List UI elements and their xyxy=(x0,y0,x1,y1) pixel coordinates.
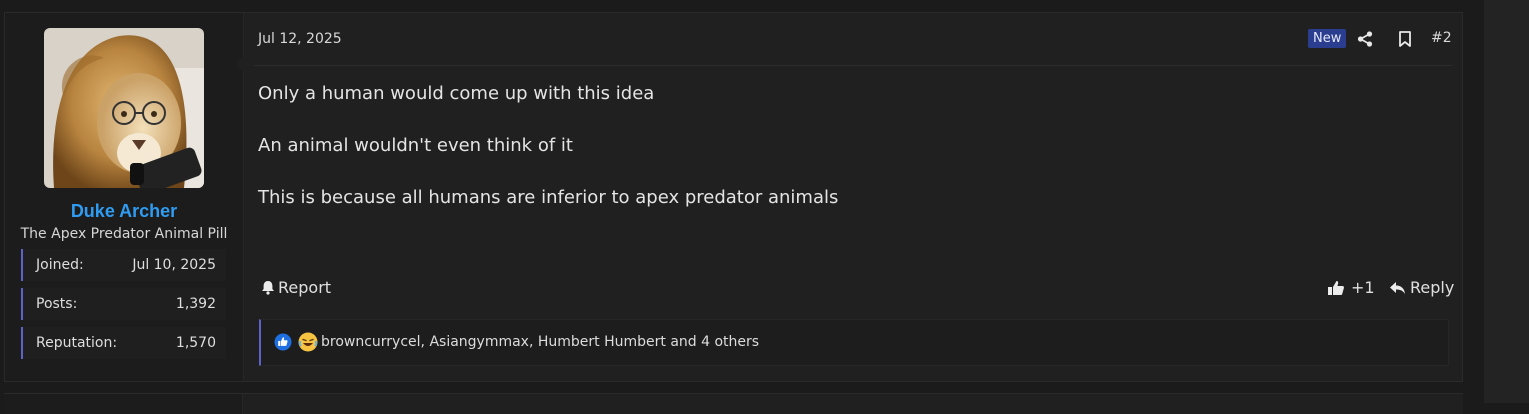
header-divider xyxy=(254,65,1452,66)
report-button[interactable]: Report xyxy=(261,278,331,297)
next-post-partial xyxy=(4,393,1463,414)
user-title: The Apex Predator Animal Pill xyxy=(20,226,228,242)
bell-icon xyxy=(262,281,274,295)
post-number-link[interactable]: #2 xyxy=(1431,30,1452,46)
stat-reputation: Reputation: 1,570 xyxy=(21,327,226,359)
post-date[interactable]: Jul 12, 2025 xyxy=(258,31,342,47)
like-reaction-icon xyxy=(274,333,292,351)
new-badge: New xyxy=(1308,29,1347,48)
like-button[interactable]: +1 xyxy=(1327,278,1375,297)
avatar[interactable] xyxy=(44,28,204,188)
next-post-user-column xyxy=(4,394,243,414)
stat-value: 1,570 xyxy=(175,335,216,351)
post-pointer-arrow xyxy=(235,55,244,73)
post-content: Jul 12, 2025 New #2 Only a human would c… xyxy=(244,13,1462,381)
page-scroll-rail xyxy=(1484,0,1529,403)
reactions-bar: browncurrycel, Asiangymmax, Humbert Humb… xyxy=(259,319,1449,366)
stat-value: Jul 10, 2025 xyxy=(132,257,216,273)
bookmark-icon[interactable] xyxy=(1398,31,1412,47)
thumbs-up-icon xyxy=(1328,280,1344,295)
share-icon[interactable] xyxy=(1357,31,1373,47)
lion-avatar-icon xyxy=(44,28,204,188)
reactions-list[interactable]: browncurrycel, Asiangymmax, Humbert Humb… xyxy=(321,334,759,350)
reply-arrow-icon xyxy=(1390,281,1405,294)
laughing-emoji-icon xyxy=(298,332,318,352)
stat-joined: Joined: Jul 10, 2025 xyxy=(21,249,226,281)
stat-label: Joined: xyxy=(36,257,84,273)
stat-value: 1,392 xyxy=(175,296,216,312)
report-label: Report xyxy=(278,278,332,297)
post-paragraph: An animal wouldn't even think of it xyxy=(258,135,573,156)
user-info-column: Duke Archer The Apex Predator Animal Pil… xyxy=(5,13,244,381)
stat-label: Posts: xyxy=(36,296,78,312)
like-count: +1 xyxy=(1351,278,1375,297)
forum-post: Duke Archer The Apex Predator Animal Pil… xyxy=(4,12,1463,382)
post-paragraph: This is because all humans are inferior … xyxy=(258,187,839,208)
username[interactable]: Duke Archer xyxy=(5,201,243,222)
stat-posts: Posts: 1,392 xyxy=(21,288,226,320)
reply-button[interactable]: Reply xyxy=(1389,278,1454,297)
reply-label: Reply xyxy=(1410,278,1455,297)
stat-label: Reputation: xyxy=(36,335,118,351)
post-body: Only a human would come up with this ide… xyxy=(258,83,838,239)
post-paragraph: Only a human would come up with this ide… xyxy=(258,83,655,104)
